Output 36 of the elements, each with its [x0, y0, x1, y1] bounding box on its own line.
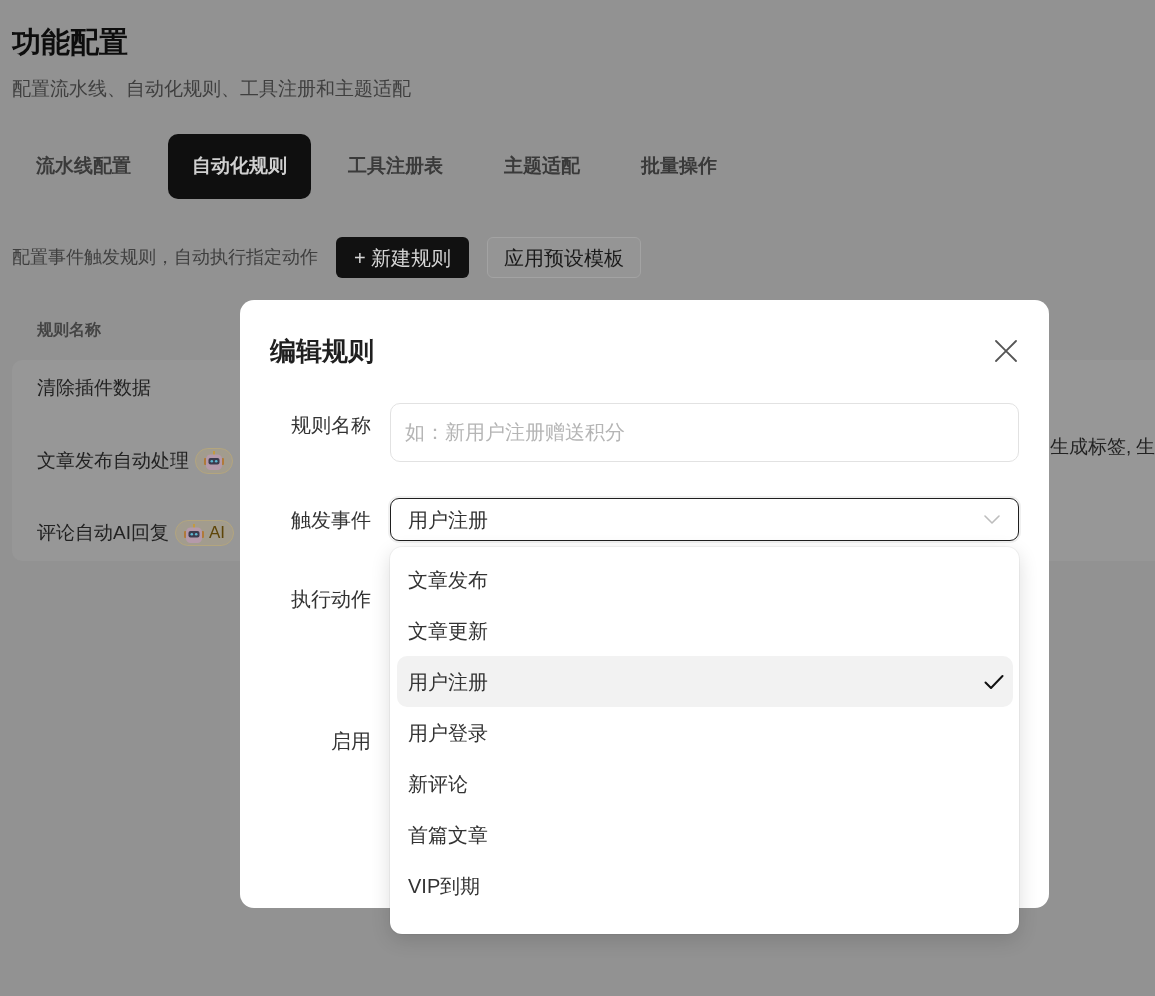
- chevron-down-icon: [984, 515, 1000, 524]
- page-title: 功能配置: [12, 25, 128, 60]
- field-label: 触发事件: [291, 508, 371, 533]
- field-label: 启用: [331, 729, 371, 754]
- modal-title: 编辑规则: [270, 335, 374, 368]
- field-label: 规则名称: [291, 413, 371, 438]
- dropdown-option[interactable]: 文章更新: [397, 605, 1013, 656]
- dropdown-option[interactable]: 首篇文章: [397, 809, 1013, 860]
- column-header: 规则名称: [37, 320, 101, 340]
- close-button[interactable]: [995, 340, 1017, 362]
- dropdown-option[interactable]: 用户登录: [397, 707, 1013, 758]
- text-field[interactable]: 如：新用户注册赠送积分: [390, 403, 1019, 462]
- rule-detail-text: 生成标签, 生: [1050, 435, 1155, 459]
- tab[interactable]: 自动化规则: [168, 134, 311, 199]
- dropdown-option[interactable]: 用户注册: [397, 656, 1013, 707]
- robot-icon: [183, 523, 204, 543]
- tab[interactable]: 主题适配: [480, 134, 604, 199]
- toolbar-description: 配置事件触发规则，自动执行指定动作: [12, 246, 318, 270]
- tab[interactable]: 流水线配置: [12, 134, 155, 199]
- close-icon: [995, 340, 1017, 362]
- rule-name: 文章发布自动处理: [37, 448, 189, 473]
- field-label: 执行动作: [291, 587, 371, 612]
- select-field[interactable]: 用户注册: [390, 498, 1019, 541]
- tab[interactable]: 工具注册表: [324, 134, 467, 199]
- add-rule-button[interactable]: + 新建规则: [336, 237, 470, 278]
- rule-name: 评论自动AI回复: [37, 521, 169, 545]
- tab[interactable]: 批量操作: [617, 134, 741, 199]
- dropdown-option[interactable]: VIP到期: [397, 860, 1013, 911]
- badge-label: AI: [208, 523, 225, 543]
- check-icon: [984, 673, 1004, 690]
- robot-icon: [204, 451, 224, 470]
- dropdown-option[interactable]: 文章发布: [397, 554, 1013, 605]
- rule-name: 清除插件数据: [37, 376, 151, 400]
- template-button[interactable]: 应用预设模板: [487, 237, 642, 278]
- dropdown-option[interactable]: 新评论: [397, 758, 1013, 809]
- page-subtitle: 配置流水线、自动化规则、工具注册和主题适配: [12, 77, 411, 101]
